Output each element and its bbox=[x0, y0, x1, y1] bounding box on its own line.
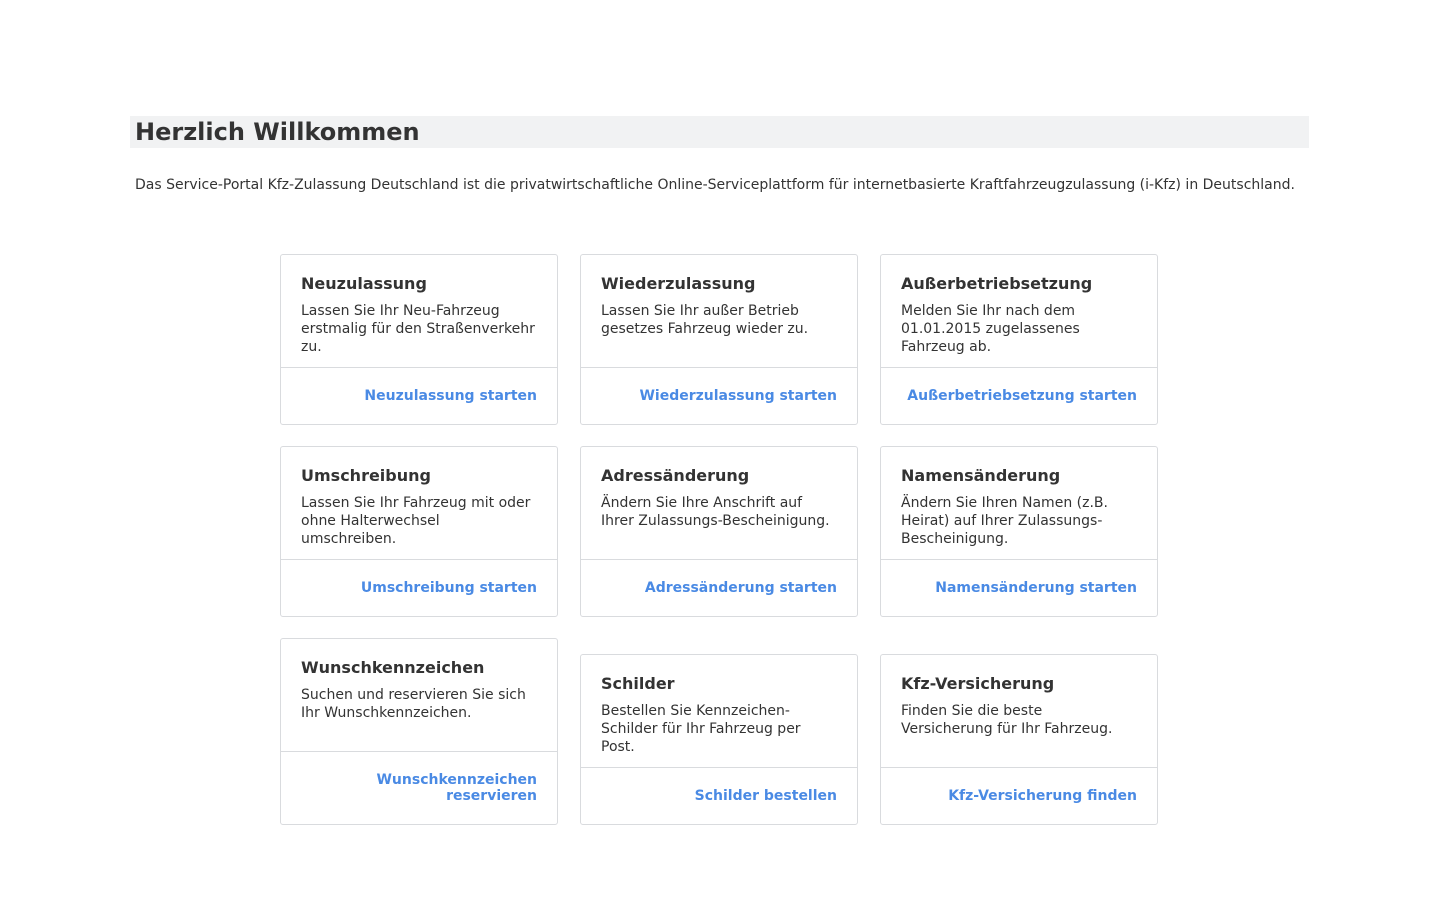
card-title: Neuzulassung bbox=[301, 274, 427, 293]
intro-text: Das Service-Portal Kfz-Zulassung Deutsch… bbox=[135, 177, 1295, 193]
schilder-order-link[interactable]: Schilder bestellen bbox=[695, 788, 837, 804]
card-description: Ändern Sie Ihren Namen (z.B. Heirat) auf… bbox=[901, 495, 1108, 547]
card-description: Lassen Sie Ihr Fahrzeug mit oder ohne Ha… bbox=[301, 495, 531, 547]
card-title: Umschreibung bbox=[301, 466, 431, 485]
service-card-kfz-versicherung: Kfz-Versicherung Finden Sie die beste Ve… bbox=[880, 654, 1158, 825]
page-title: Herzlich Willkommen bbox=[135, 118, 420, 146]
adressaenderung-start-link[interactable]: Adressänderung starten bbox=[645, 580, 837, 596]
card-title: Außerbetriebsetzung bbox=[901, 274, 1093, 293]
umschreibung-start-link[interactable]: Umschreibung starten bbox=[361, 580, 537, 596]
service-card-namensaenderung: Namensänderung Ändern Sie Ihren Namen (z… bbox=[880, 446, 1158, 617]
card-description: Bestellen Sie Kennzeichen-Schilder für I… bbox=[601, 703, 801, 755]
service-card-ausserbetriebsetzung: Außerbetriebsetzung Melden Sie Ihr nach … bbox=[880, 254, 1158, 425]
namensaenderung-start-link[interactable]: Namensänderung starten bbox=[935, 580, 1137, 596]
card-title: Schilder bbox=[601, 674, 675, 693]
card-description: Ändern Sie Ihre Anschrift auf Ihrer Zula… bbox=[601, 495, 830, 529]
wunschkennzeichen-reserve-link[interactable]: Wunschkennzeichen reservieren bbox=[367, 772, 537, 804]
card-description: Lassen Sie Ihr außer Betrieb gesetzes Fa… bbox=[601, 303, 809, 337]
card-description: Melden Sie Ihr nach dem 01.01.2015 zugel… bbox=[901, 303, 1080, 355]
service-card-wunschkennzeichen: Wunschkennzeichen Suchen und reservieren… bbox=[280, 638, 558, 825]
service-card-schilder: Schilder Bestellen Sie Kennzeichen-Schil… bbox=[580, 654, 858, 825]
card-title: Wunschkennzeichen bbox=[301, 658, 485, 677]
card-title: Wiederzulassung bbox=[601, 274, 756, 293]
service-card-neuzulassung: Neuzulassung Lassen Sie Ihr Neu-Fahrzeug… bbox=[280, 254, 558, 425]
ausserbetriebsetzung-start-link[interactable]: Außerbetriebsetzung starten bbox=[907, 388, 1137, 404]
wiederzulassung-start-link[interactable]: Wiederzulassung starten bbox=[639, 388, 837, 404]
service-card-wiederzulassung: Wiederzulassung Lassen Sie Ihr außer Bet… bbox=[580, 254, 858, 425]
page-heading-bar: Herzlich Willkommen bbox=[130, 116, 1309, 148]
card-title: Namensänderung bbox=[901, 466, 1061, 485]
card-description: Lassen Sie Ihr Neu-Fahrzeug erstmalig fü… bbox=[301, 303, 535, 355]
service-card-adressaenderung: Adressänderung Ändern Sie Ihre Anschrift… bbox=[580, 446, 858, 617]
kfz-versicherung-find-link[interactable]: Kfz-Versicherung finden bbox=[948, 788, 1137, 804]
card-title: Adressänderung bbox=[601, 466, 750, 485]
card-description: Finden Sie die beste Versicherung für Ih… bbox=[901, 703, 1113, 737]
card-description: Suchen und reservieren Sie sich Ihr Wuns… bbox=[301, 687, 526, 721]
card-title: Kfz-Versicherung bbox=[901, 674, 1055, 693]
service-card-umschreibung: Umschreibung Lassen Sie Ihr Fahrzeug mit… bbox=[280, 446, 558, 617]
neuzulassung-start-link[interactable]: Neuzulassung starten bbox=[364, 388, 537, 404]
